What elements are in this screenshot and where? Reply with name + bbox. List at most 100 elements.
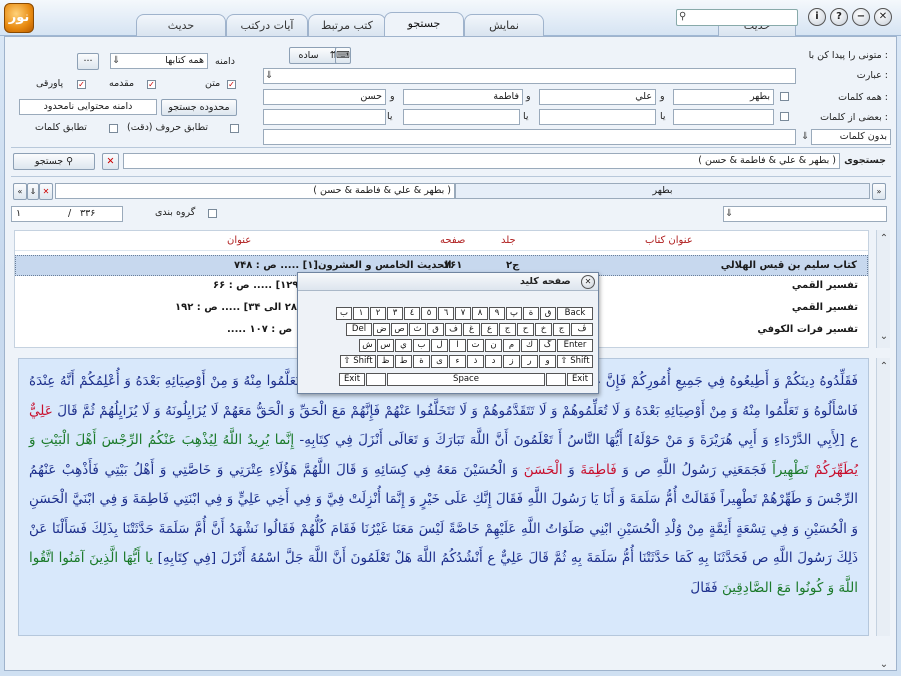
all-word-3[interactable]: فاطمة: [403, 89, 523, 105]
key-char[interactable]: ع: [481, 323, 498, 336]
key-char[interactable]: ر: [521, 355, 538, 368]
scroll-up-icon[interactable]: ⌃: [878, 360, 890, 374]
tab-display[interactable]: نمایش: [464, 14, 544, 36]
key-char[interactable]: گ: [539, 339, 556, 352]
search-query-field[interactable]: ( بطهر & علي & فاطمة & حسن ): [123, 153, 840, 169]
all-word-4[interactable]: حسن: [263, 89, 386, 105]
key-char[interactable]: پ: [506, 307, 522, 320]
tab-related-books[interactable]: کتب مرتبط: [308, 14, 386, 36]
top-search-input[interactable]: ⚲: [676, 9, 798, 26]
key-exit[interactable]: Exit: [339, 373, 365, 386]
key-char[interactable]: ق: [427, 323, 444, 336]
all-word-1[interactable]: بطهر: [673, 89, 774, 105]
key-char[interactable]: ث: [409, 323, 426, 336]
paging-field[interactable]: ۳۳۶ / ۱: [11, 206, 123, 222]
prev-arrow-icon[interactable]: «: [13, 183, 27, 200]
passage-scrollbar[interactable]: ⌃ ⌄: [876, 358, 890, 670]
domain-select[interactable]: همه کتابها: [110, 53, 208, 69]
key-char[interactable]: ڤ: [571, 323, 593, 336]
dropdown-icon[interactable]: ⇓: [801, 130, 809, 144]
key-blank[interactable]: [546, 373, 566, 386]
key-char[interactable]: ت: [467, 339, 484, 352]
key-char[interactable]: ى: [431, 355, 448, 368]
minimize-button[interactable]: −: [852, 8, 870, 26]
key-char[interactable]: ٦: [438, 307, 454, 320]
passage-text[interactable]: فَقَلِّدُوهُ دِينَكُمْ وَ أَطِيعُوهُ فِي…: [18, 358, 869, 636]
key-enter[interactable]: Enter: [557, 339, 593, 352]
remove-icon[interactable]: ✕: [39, 183, 53, 200]
next-arrow-icon[interactable]: »: [872, 183, 886, 200]
key-char[interactable]: ح: [517, 323, 534, 336]
keyboard-icon[interactable]: ⌨: [335, 47, 351, 64]
key-char[interactable]: خ: [535, 323, 552, 336]
scroll-up-icon[interactable]: ⌃: [878, 232, 890, 246]
filter-query[interactable]: ( بطهر & علي & فاطمة & حسن ): [55, 183, 455, 199]
key-back[interactable]: Back: [557, 307, 593, 320]
down-arrow-icon[interactable]: ⇓: [27, 183, 39, 200]
key-char[interactable]: ب: [336, 307, 352, 320]
without-words-select[interactable]: بدون کلمات: [811, 129, 891, 145]
tab-verses-in-books[interactable]: آیات درکتب: [226, 14, 308, 36]
scroll-down-icon[interactable]: ⌄: [878, 658, 890, 672]
key-char[interactable]: ص: [391, 323, 408, 336]
key-char[interactable]: ٩: [489, 307, 505, 320]
footnote-checkbox[interactable]: ✓: [77, 80, 86, 89]
group-select[interactable]: [723, 206, 887, 222]
search-button[interactable]: جستجو ⚲: [13, 153, 95, 170]
more-button[interactable]: ···: [77, 53, 99, 70]
key-char[interactable]: ط: [395, 355, 412, 368]
some-words-checkbox[interactable]: [780, 112, 789, 121]
key-char[interactable]: ة: [523, 307, 539, 320]
some-word-2[interactable]: [539, 109, 656, 125]
key-char[interactable]: س: [377, 339, 394, 352]
key-char[interactable]: ش: [359, 339, 376, 352]
key-char[interactable]: ك: [521, 339, 538, 352]
key-char[interactable]: د: [485, 355, 502, 368]
info-button[interactable]: i: [808, 8, 826, 26]
dropdown-icon[interactable]: ⇓: [112, 54, 120, 68]
some-word-3[interactable]: [403, 109, 520, 125]
key-char[interactable]: ذ: [467, 355, 484, 368]
exact-words-checkbox[interactable]: [109, 124, 118, 133]
key-char[interactable]: و: [539, 355, 556, 368]
some-word-1[interactable]: [673, 109, 774, 125]
key-shift[interactable]: ⇧ Shift: [340, 355, 376, 368]
key-char[interactable]: ١: [353, 307, 369, 320]
key-space[interactable]: Space: [387, 373, 545, 386]
help-button[interactable]: ?: [830, 8, 848, 26]
clear-icon[interactable]: ✕: [102, 153, 119, 170]
key-char[interactable]: ن: [485, 339, 502, 352]
filter-term[interactable]: بطهر: [455, 183, 870, 199]
key-char[interactable]: ب: [413, 339, 430, 352]
dropdown-icon[interactable]: ⇓: [725, 207, 733, 221]
all-word-2[interactable]: علي: [539, 89, 656, 105]
scope-button[interactable]: محدوده جستجو: [161, 99, 237, 116]
phrase-input[interactable]: [263, 68, 796, 84]
key-char[interactable]: غ: [463, 323, 480, 336]
key-char[interactable]: ل: [431, 339, 448, 352]
key-char[interactable]: ض: [373, 323, 390, 336]
key-char[interactable]: ة: [413, 355, 430, 368]
key-char[interactable]: ا: [449, 339, 466, 352]
key-exit[interactable]: Exit: [567, 373, 593, 386]
key-char[interactable]: ق: [540, 307, 556, 320]
tab-hadith-left[interactable]: حدیث: [136, 14, 226, 36]
close-icon[interactable]: ✕: [581, 275, 595, 289]
some-word-4[interactable]: [263, 109, 386, 125]
text-checkbox[interactable]: ✓: [227, 80, 236, 89]
key-shift[interactable]: ⇧ Shift: [557, 355, 593, 368]
key-char[interactable]: ظ: [377, 355, 394, 368]
intro-checkbox[interactable]: ✓: [147, 80, 156, 89]
key-char[interactable]: ز: [503, 355, 520, 368]
scroll-down-icon[interactable]: ⌄: [878, 330, 890, 344]
key-char[interactable]: ٨: [472, 307, 488, 320]
key-char[interactable]: ي: [395, 339, 412, 352]
key-del[interactable]: Del: [346, 323, 372, 336]
tab-search[interactable]: جستجو: [384, 12, 464, 37]
without-words-input[interactable]: [263, 129, 796, 145]
key-char[interactable]: ج: [553, 323, 570, 336]
key-char[interactable]: ف: [445, 323, 462, 336]
key-blank[interactable]: [366, 373, 386, 386]
key-char[interactable]: ٥: [421, 307, 437, 320]
group-checkbox[interactable]: [208, 209, 217, 218]
